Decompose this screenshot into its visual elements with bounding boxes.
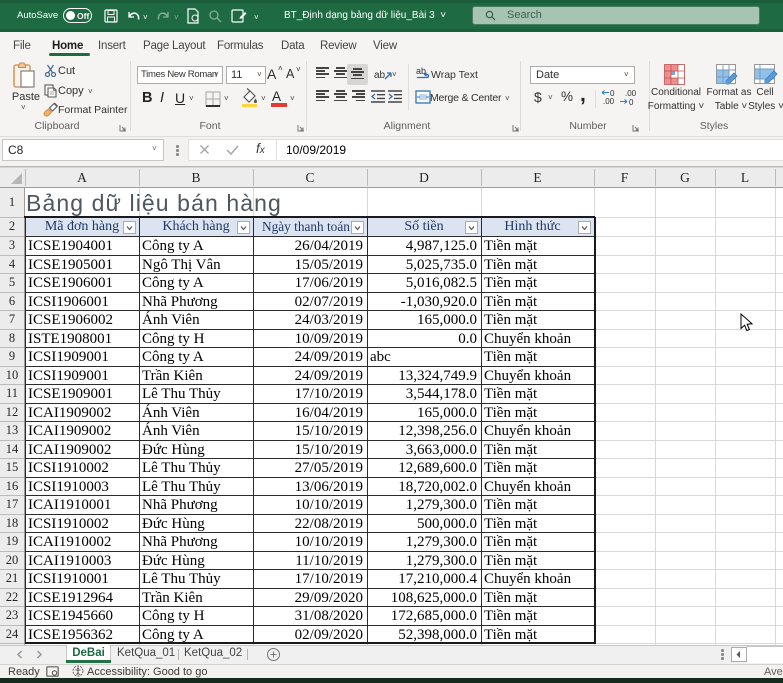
svg-text:.00: .00 bbox=[625, 89, 637, 98]
svg-text:0: 0 bbox=[629, 98, 634, 105]
svg-text:.00: .00 bbox=[603, 97, 615, 105]
svg-text:ab: ab bbox=[374, 70, 386, 81]
